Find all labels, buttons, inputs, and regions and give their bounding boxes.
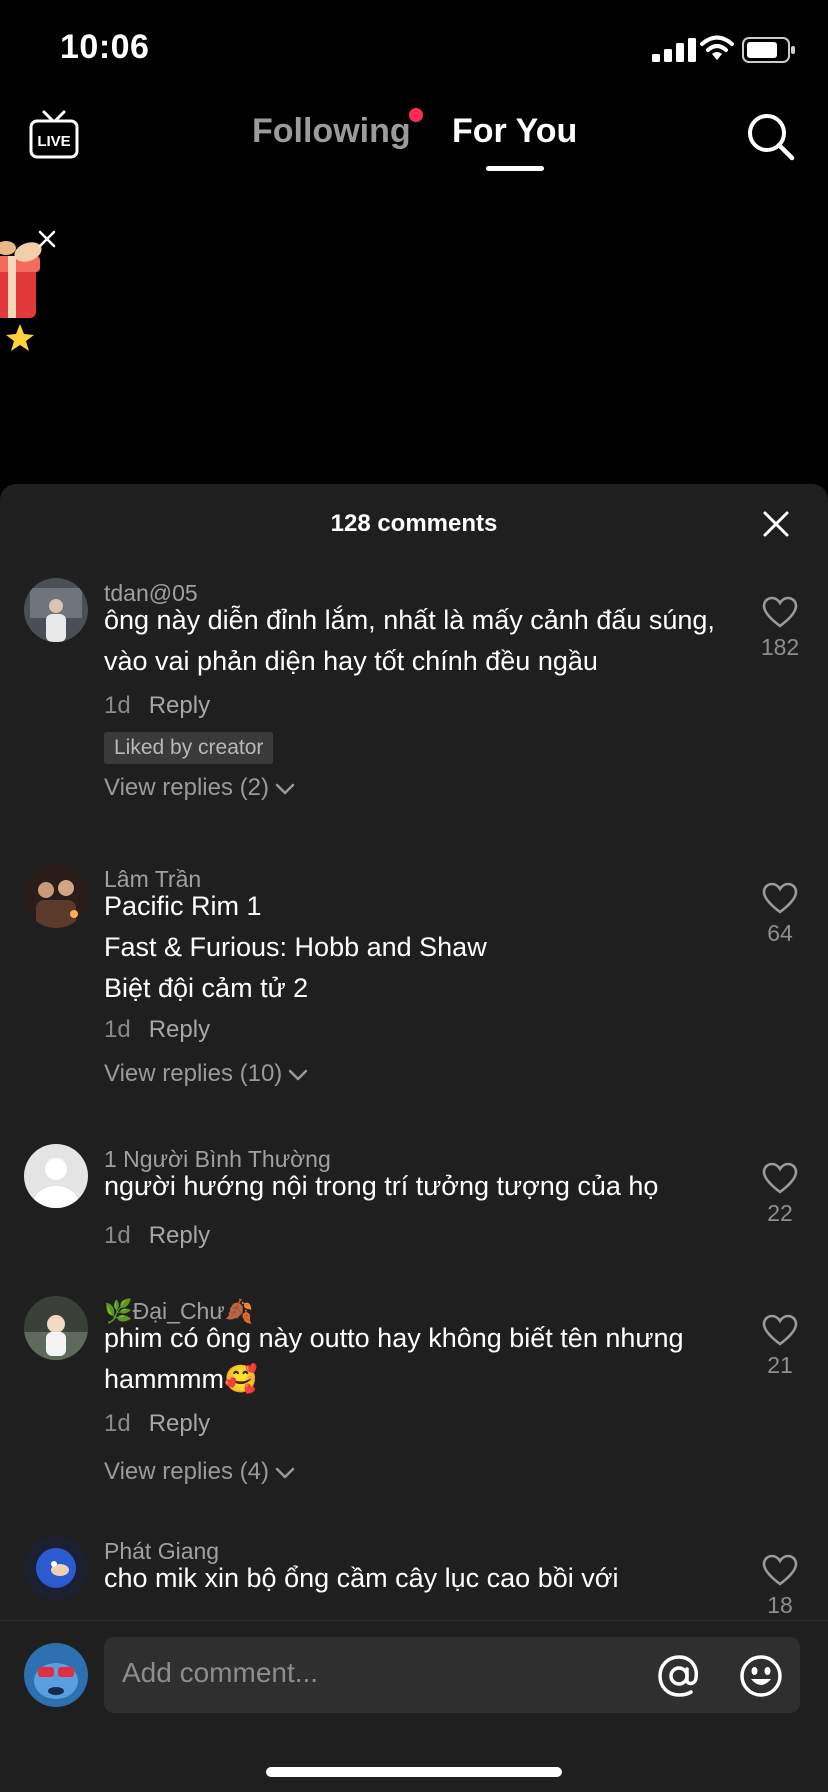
like-button[interactable]: 18: [758, 1554, 802, 1619]
comment-meta: 1d Reply: [104, 692, 210, 720]
add-comment-placeholder: Add comment...: [122, 1657, 319, 1688]
avatar[interactable]: [24, 578, 88, 642]
notification-dot: [409, 108, 423, 122]
wifi-icon: [700, 35, 734, 60]
like-count: 182: [760, 634, 800, 660]
gift-box-icon[interactable]: [0, 232, 48, 352]
comment-meta: 1d Reply: [104, 1410, 210, 1438]
view-replies-label: View replies (2): [104, 774, 269, 801]
tab-following[interactable]: Following: [252, 112, 411, 151]
search-icon[interactable]: [746, 112, 796, 162]
battery-icon: [742, 37, 795, 63]
like-count: 22: [767, 1200, 793, 1226]
active-tab-indicator: [486, 166, 544, 171]
comments-count-title: 128 comments: [330, 510, 498, 537]
heart-icon: [762, 1554, 798, 1586]
add-comment-input[interactable]: Add comment...: [104, 1637, 800, 1713]
reply-button[interactable]: Reply: [149, 1410, 210, 1437]
comment-time: 1d: [104, 1410, 131, 1437]
reply-button[interactable]: Reply: [149, 1222, 210, 1249]
comment-time: 1d: [104, 1016, 131, 1043]
comment-text: người hướng nội trong trí tưởng tượng củ…: [104, 1171, 659, 1201]
avatar[interactable]: [24, 864, 88, 928]
comment-input-bar: Add comment...: [0, 1620, 828, 1792]
avatar-image: [24, 864, 88, 928]
comment-line: Fast & Furious: Hobb and Shaw: [104, 932, 487, 962]
reply-button[interactable]: Reply: [149, 1016, 210, 1043]
avatar-image: [24, 1536, 88, 1600]
live-tv-icon: LIVE: [29, 110, 79, 159]
view-replies-button[interactable]: View replies (2): [104, 774, 295, 802]
default-avatar-icon: [24, 1144, 88, 1208]
like-button[interactable]: 182: [758, 596, 802, 661]
like-button[interactable]: 64: [758, 882, 802, 947]
like-count: 21: [767, 1352, 793, 1378]
close-icon[interactable]: [762, 510, 790, 538]
comment-text: phim có ông này outto hay không biết tên…: [104, 1323, 684, 1394]
comment-line: Pacific Rim 1: [104, 891, 262, 921]
view-replies-label: View replies (10): [104, 1060, 283, 1087]
liked-by-creator-badge: Liked by creator: [104, 732, 274, 764]
chevron-down-icon: [275, 783, 295, 794]
like-button[interactable]: 21: [758, 1314, 802, 1379]
avatar-image: [24, 1296, 88, 1360]
status-time: 10:06: [60, 28, 150, 66]
view-replies-button[interactable]: View replies (4): [104, 1458, 295, 1486]
my-avatar: [24, 1643, 88, 1707]
reply-button[interactable]: Reply: [149, 692, 210, 719]
heart-icon: [762, 882, 798, 914]
like-count: 64: [767, 920, 793, 946]
chevron-down-icon: [289, 1069, 308, 1080]
tab-for-you[interactable]: For You: [452, 112, 577, 151]
view-replies-button[interactable]: View replies (10): [104, 1060, 308, 1088]
gift-close-icon[interactable]: [36, 228, 58, 250]
avatar-image: [24, 578, 88, 642]
avatar-image: [24, 1643, 88, 1707]
home-indicator[interactable]: [266, 1767, 562, 1777]
comment-meta: 1d Reply: [104, 1222, 210, 1250]
heart-icon: [762, 596, 798, 628]
avatar[interactable]: [24, 1144, 88, 1208]
like-count: 18: [767, 1592, 793, 1618]
comment-text: Pacific Rim 1 Fast & Furious: Hobb and S…: [104, 886, 744, 1009]
signal-icon: [652, 38, 696, 62]
avatar[interactable]: [24, 1296, 88, 1360]
like-button[interactable]: 22: [758, 1162, 802, 1227]
comment-time: 1d: [104, 692, 131, 719]
comment-text: cho mik xin bộ ổng cầm cây lục cao bồi v…: [104, 1563, 619, 1593]
status-bar: 10:06: [0, 0, 828, 100]
comment-line: Biệt đội cảm tử 2: [104, 973, 309, 1003]
heart-icon: [762, 1162, 798, 1194]
top-nav: LIVE Following For You: [0, 100, 828, 190]
avatar[interactable]: [24, 1536, 88, 1600]
comments-sheet: 128 comments tdan@05 ông này diễn đỉnh l…: [0, 484, 828, 1792]
svg-text:LIVE: LIVE: [37, 133, 70, 150]
comment-time: 1d: [104, 1222, 131, 1249]
comment-text: ông này diễn đỉnh lắm, nhất là mấy cảnh …: [104, 605, 715, 676]
view-replies-label: View replies (4): [104, 1458, 269, 1485]
comment-meta: 1d Reply: [104, 1016, 210, 1044]
chevron-down-icon: [275, 1467, 295, 1478]
heart-icon: [762, 1314, 798, 1346]
emoji-icon[interactable]: [738, 1653, 784, 1699]
mention-icon[interactable]: [656, 1653, 702, 1699]
live-button[interactable]: LIVE: [28, 110, 80, 162]
